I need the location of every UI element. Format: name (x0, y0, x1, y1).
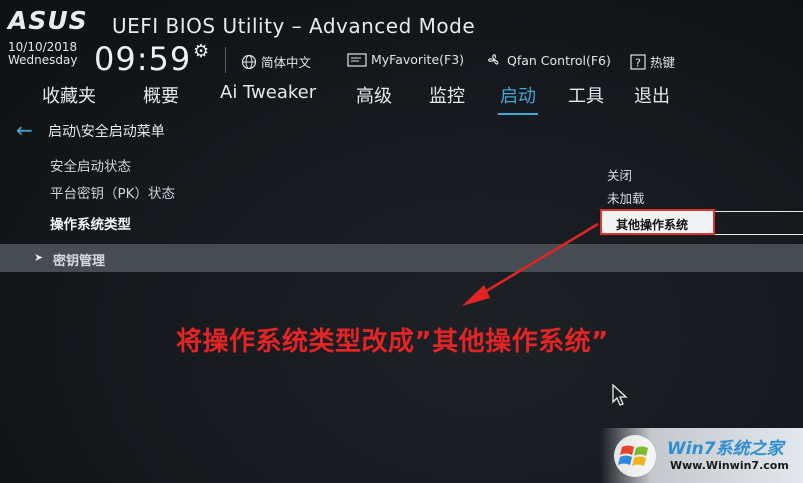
mouse-cursor-icon (612, 384, 628, 406)
watermark-title: Win7系统之家 (667, 439, 784, 459)
annotation-arrow-head (462, 285, 490, 306)
watermark-url: Www.Winwin7.com (670, 459, 789, 472)
annotation-arrow-shaft (477, 222, 599, 298)
annotation-arrow (462, 222, 599, 306)
windows-logo-icon (614, 435, 656, 477)
annotation-text: 将操作系统类型改成”其他操作系统” (176, 327, 609, 357)
